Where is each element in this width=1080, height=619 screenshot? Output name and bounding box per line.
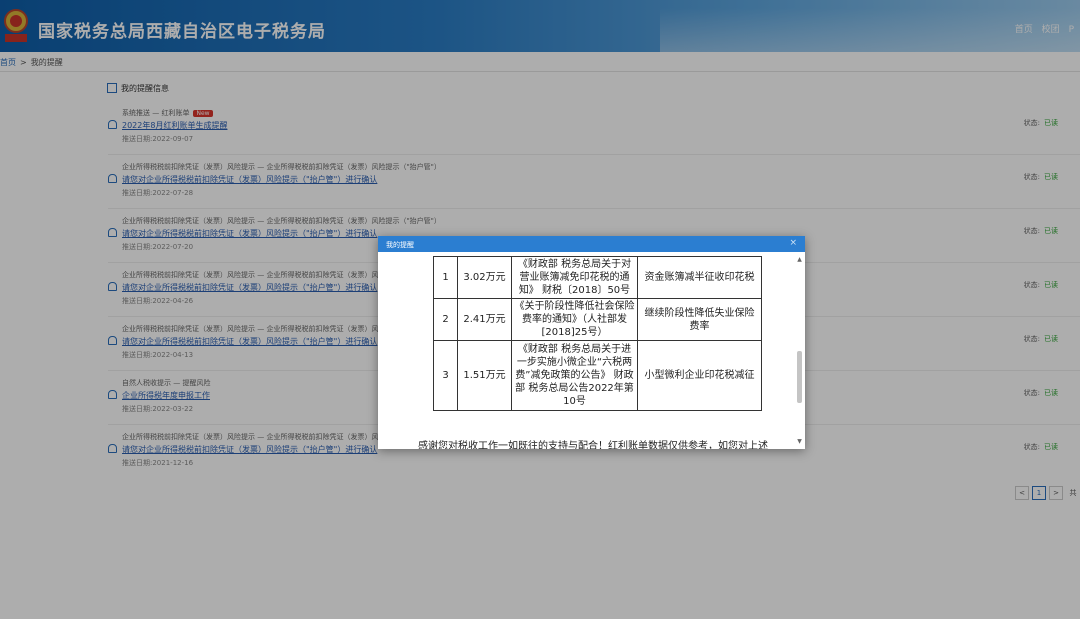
row-amount: 3.02万元: [457, 256, 512, 299]
table-row: 1 3.02万元 《财政部 税务总局关于对营业账簿减免印花税的通知》 财税〔20…: [433, 256, 762, 299]
row-number: 2: [433, 298, 458, 341]
row-amount: 1.51万元: [457, 340, 512, 411]
row-policy: 《财政部 税务总局关于进一步实施小微企业“六税两费”减免政策的公告》 财政部 税…: [511, 340, 638, 411]
scroll-up-icon[interactable]: ▲: [796, 256, 803, 263]
row-item: 资金账簿减半征收印花税: [637, 256, 762, 299]
table-row: 2 2.41万元 《关于阶段性降低社会保险费率的通知》（人社部发[2018]25…: [433, 298, 762, 341]
scroll-thumb[interactable]: [797, 351, 802, 403]
table-row: 3 1.51万元 《财政部 税务总局关于进一步实施小微企业“六税两费”减免政策的…: [433, 340, 762, 411]
row-policy: 《财政部 税务总局关于对营业账簿减免印花税的通知》 财税〔2018〕50号: [511, 256, 638, 299]
row-number: 1: [433, 256, 458, 299]
row-item: 继续阶段性降低失业保险费率: [637, 298, 762, 341]
row-number: 3: [433, 340, 458, 411]
row-item: 小型微利企业印花税减征: [637, 340, 762, 411]
close-icon[interactable]: ×: [789, 238, 797, 248]
dialog-title: 我的提醒: [386, 241, 414, 249]
row-amount: 2.41万元: [457, 298, 512, 341]
row-policy: 《关于阶段性降低社会保险费率的通知》（人社部发[2018]25号）: [511, 298, 638, 341]
dialog-scrollbar[interactable]: ▲ ▼: [796, 256, 803, 445]
thanks-text: 感谢您对税收工作一如既往的支持与配合！红利账单数据仅供参考，如您对上述数据有任何…: [418, 441, 768, 449]
scroll-down-icon[interactable]: ▼: [796, 438, 803, 445]
reminder-dialog: 我的提醒 × 1 3.02万元 《财政部 税务总局关于对营业账簿减免印花税的通知…: [378, 236, 805, 449]
dialog-header: 我的提醒 ×: [378, 236, 805, 252]
dialog-body[interactable]: 1 3.02万元 《财政部 税务总局关于对营业账簿减免印花税的通知》 财税〔20…: [378, 252, 805, 449]
dividend-table: 1 3.02万元 《财政部 税务总局关于对营业账簿减免印花税的通知》 财税〔20…: [433, 256, 762, 411]
